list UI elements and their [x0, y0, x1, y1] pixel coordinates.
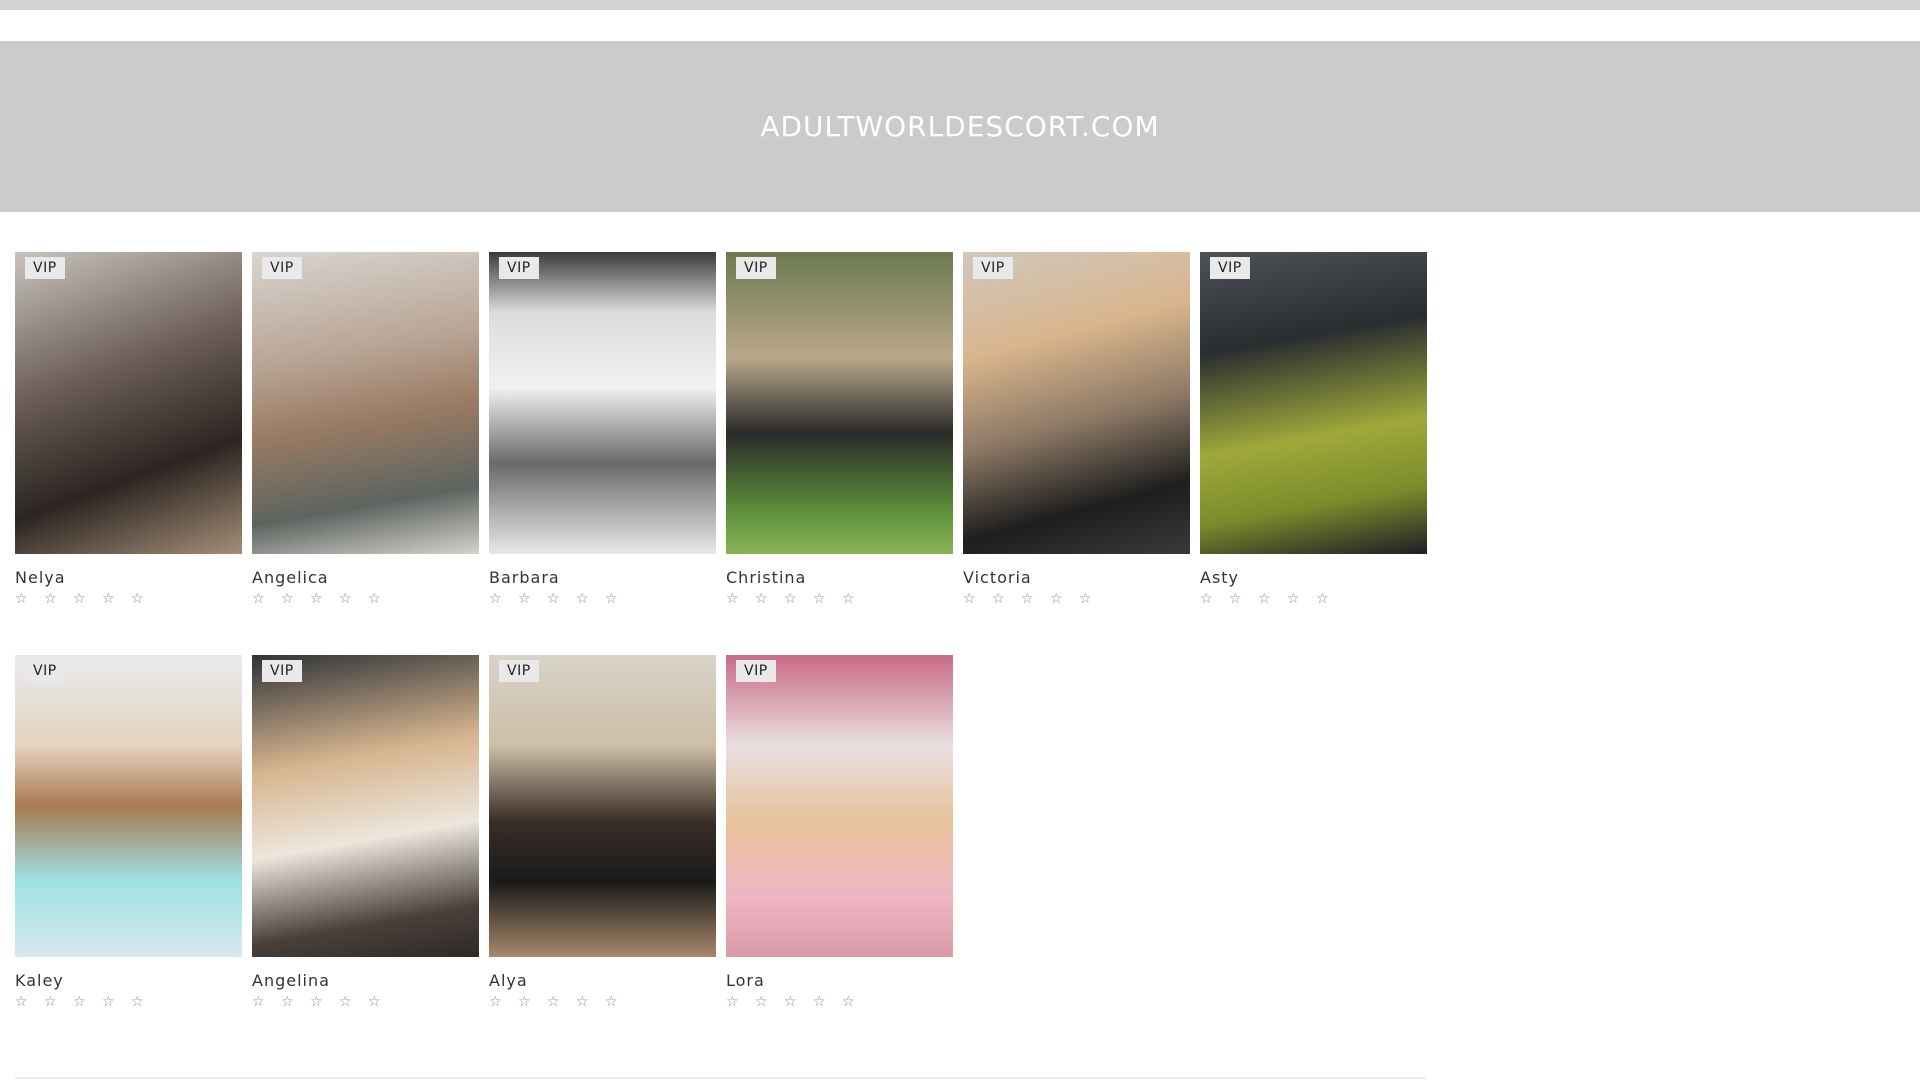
vip-badge: VIP — [262, 660, 302, 682]
profile-photo[interactable]: VIP — [489, 655, 716, 957]
profile-name[interactable]: Angelina — [252, 971, 479, 990]
star-rating: ☆ ☆ ☆ ☆ ☆ — [963, 591, 1098, 607]
star-rating: ☆ ☆ ☆ ☆ ☆ — [252, 994, 387, 1010]
star-rating: ☆ ☆ ☆ ☆ ☆ — [726, 591, 861, 607]
profile-card[interactable]: VIP Alya ☆ ☆ ☆ ☆ ☆ — [489, 655, 716, 1010]
profile-card[interactable]: VIP Victoria ☆ ☆ ☆ ☆ ☆ — [963, 252, 1190, 607]
vip-badge: VIP — [973, 257, 1013, 279]
profile-photo[interactable]: VIP — [489, 252, 716, 554]
profile-card[interactable]: VIP Asty ☆ ☆ ☆ ☆ ☆ — [1200, 252, 1427, 607]
profile-card[interactable]: VIP Angelica ☆ ☆ ☆ ☆ ☆ — [252, 252, 479, 607]
profile-card[interactable]: VIP Kaley ☆ ☆ ☆ ☆ ☆ — [15, 655, 242, 1010]
profile-name[interactable]: Alya — [489, 971, 716, 990]
vip-badge: VIP — [25, 660, 65, 682]
profile-photo[interactable]: VIP — [1200, 252, 1427, 554]
star-rating: ☆ ☆ ☆ ☆ ☆ — [15, 591, 150, 607]
star-rating: ☆ ☆ ☆ ☆ ☆ — [726, 994, 861, 1010]
profile-photo[interactable]: VIP — [726, 252, 953, 554]
vip-badge: VIP — [25, 257, 65, 279]
star-rating: ☆ ☆ ☆ ☆ ☆ — [15, 994, 150, 1010]
star-rating: ☆ ☆ ☆ ☆ ☆ — [1200, 591, 1335, 607]
vip-badge: VIP — [736, 257, 776, 279]
vip-badge: VIP — [499, 257, 539, 279]
site-header: ADULTWORLDESCORT.COM — [0, 41, 1920, 212]
divider — [15, 1077, 1426, 1079]
profile-photo[interactable]: VIP — [963, 252, 1190, 554]
profile-photo[interactable]: VIP — [252, 252, 479, 554]
vip-badge: VIP — [1210, 257, 1250, 279]
top-bar — [0, 0, 1920, 10]
profile-photo[interactable]: VIP — [15, 655, 242, 957]
star-rating: ☆ ☆ ☆ ☆ ☆ — [489, 994, 624, 1010]
profile-card[interactable]: VIP Lora ☆ ☆ ☆ ☆ ☆ — [726, 655, 953, 1010]
profile-card[interactable]: VIP Christina ☆ ☆ ☆ ☆ ☆ — [726, 252, 953, 607]
profile-name[interactable]: Christina — [726, 568, 953, 587]
profile-card[interactable]: VIP Nelya ☆ ☆ ☆ ☆ ☆ — [15, 252, 242, 607]
profile-name[interactable]: Angelica — [252, 568, 479, 587]
profile-name[interactable]: Barbara — [489, 568, 716, 587]
profile-name[interactable]: Asty — [1200, 568, 1427, 587]
vip-badge: VIP — [736, 660, 776, 682]
profile-card[interactable]: VIP Angelina ☆ ☆ ☆ ☆ ☆ — [252, 655, 479, 1010]
star-rating: ☆ ☆ ☆ ☆ ☆ — [252, 591, 387, 607]
star-rating: ☆ ☆ ☆ ☆ ☆ — [489, 591, 624, 607]
profile-photo[interactable]: VIP — [726, 655, 953, 957]
profile-grid: VIP Nelya ☆ ☆ ☆ ☆ ☆ VIP Angelica ☆ ☆ ☆ ☆… — [15, 252, 1427, 1010]
profile-photo[interactable]: VIP — [15, 252, 242, 554]
vip-badge: VIP — [499, 660, 539, 682]
profile-name[interactable]: Nelya — [15, 568, 242, 587]
profile-card[interactable]: VIP Barbara ☆ ☆ ☆ ☆ ☆ — [489, 252, 716, 607]
site-title[interactable]: ADULTWORLDESCORT.COM — [760, 110, 1159, 143]
profile-photo[interactable]: VIP — [252, 655, 479, 957]
profile-name[interactable]: Kaley — [15, 971, 242, 990]
profile-name[interactable]: Lora — [726, 971, 953, 990]
vip-badge: VIP — [262, 257, 302, 279]
profile-name[interactable]: Victoria — [963, 568, 1190, 587]
